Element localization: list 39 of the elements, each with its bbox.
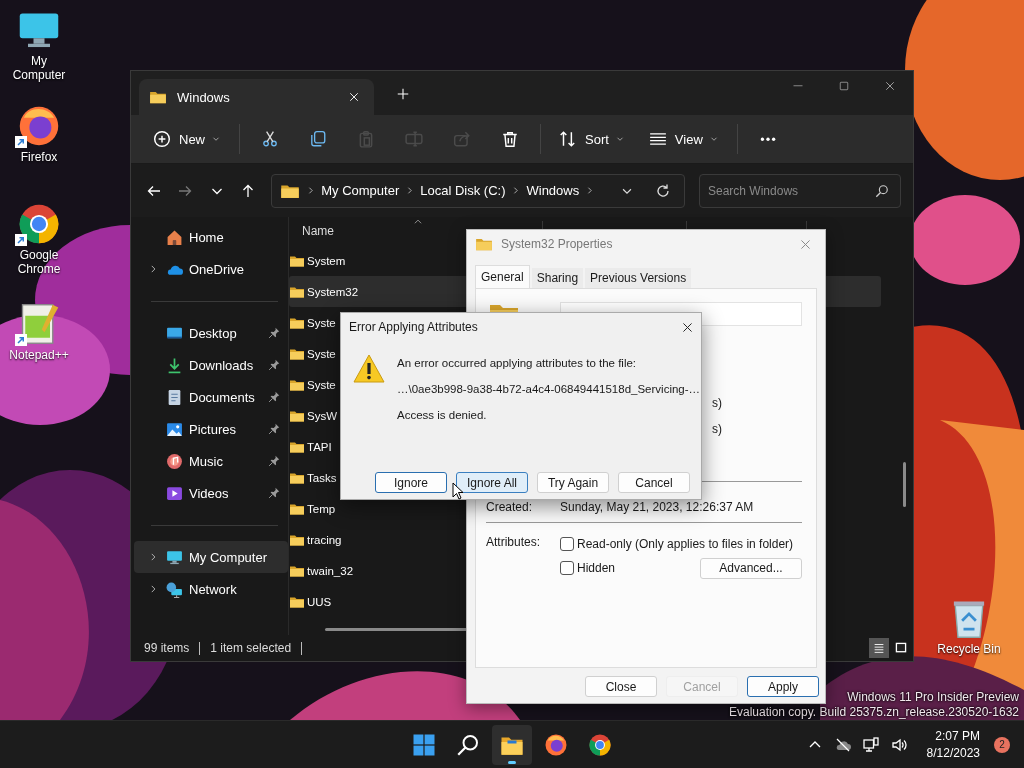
dialog-title: System32 Properties	[501, 237, 613, 251]
sidebar-label: Downloads	[189, 357, 254, 373]
file-name: System32	[307, 285, 359, 298]
field-label: Created:	[486, 500, 534, 514]
sidebar-label: My Computer	[189, 549, 268, 565]
dialog-title: Error Applying Attributes	[349, 320, 478, 334]
file-name: Tasks	[307, 471, 337, 484]
file-name: TAPI	[307, 440, 332, 453]
tab-title: Windows	[177, 89, 231, 105]
file-name: SysW	[307, 409, 338, 422]
clock-time: 2:07 PM	[935, 727, 980, 745]
watermark-text: Evaluation copy. Build 25375.zn_release.230520-1632	[729, 705, 1019, 720]
sidebar-label: Desktop	[189, 325, 237, 341]
message-text: …\0ae3b998-9a38-4b72-a4c4-06849441518d_Servicing-…	[397, 382, 701, 397]
file-name: Syste	[307, 378, 336, 391]
sidebar-label: Home	[189, 229, 224, 245]
label-fragment: s)	[712, 421, 723, 437]
sidebar-label: Documents	[189, 389, 255, 405]
status-text: 1 item selected	[210, 641, 292, 655]
sidebar-label: Pictures	[189, 421, 236, 437]
sidebar-label: Music	[189, 453, 223, 469]
file-name: UUS	[307, 595, 332, 608]
file-name: System	[307, 254, 346, 267]
clock-date: 8/12/2023	[926, 744, 980, 762]
sidebar-label: OneDrive	[189, 261, 244, 277]
file-name: Syste	[307, 347, 336, 360]
sidebar-label: Videos	[189, 485, 229, 501]
label-fragment: s)	[712, 395, 723, 411]
file-name: tracing	[307, 533, 342, 546]
field-value: Sunday, May 21, 2023, 12:26:37 AM	[560, 500, 754, 514]
message-text: An error occurred applying attributes to the file:	[397, 356, 638, 371]
file-name: twain_32	[307, 564, 354, 577]
status-text: 99 items	[144, 641, 190, 655]
field-label: Attributes:	[486, 535, 542, 551]
message-text: Access is denied.	[397, 408, 488, 423]
watermark-text: Windows 11 Pro Insider Preview	[847, 690, 1019, 705]
file-name: Syste	[307, 316, 336, 329]
sidebar-label: Network	[189, 581, 237, 597]
file-name: Temp	[307, 502, 336, 515]
